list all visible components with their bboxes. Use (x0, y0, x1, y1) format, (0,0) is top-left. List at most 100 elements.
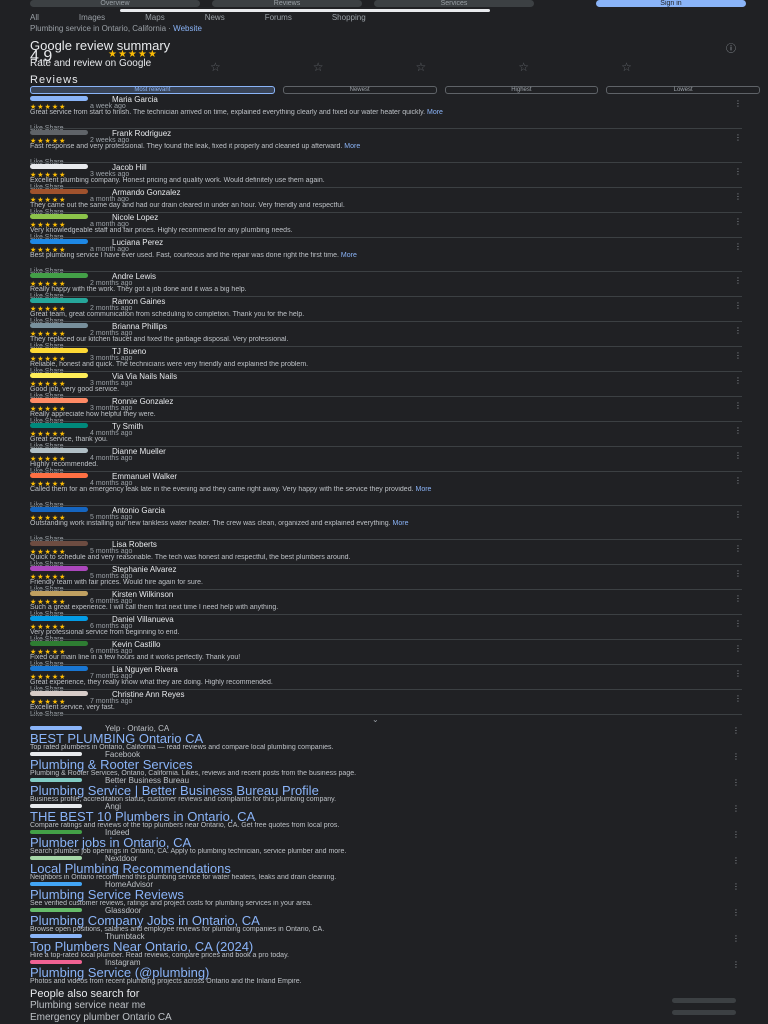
sign-in-button[interactable]: Sign in (596, 0, 746, 7)
info-icon[interactable]: ⓘ (726, 40, 736, 55)
more-vert-icon[interactable]: ⋮ (734, 669, 742, 678)
more-vert-icon[interactable]: ⋮ (734, 99, 742, 108)
reviewer-avatar[interactable] (30, 507, 88, 512)
more-vert-icon[interactable]: ⋮ (734, 426, 742, 435)
more-vert-icon[interactable]: ⋮ (734, 619, 742, 628)
more-vert-icon[interactable]: ⋮ (732, 752, 740, 761)
review-card: Emmanuel Walker ★★★★★ 4 months ago Called t… (30, 472, 742, 509)
reviewer-avatar[interactable] (30, 398, 88, 403)
related-expand-2[interactable] (672, 1010, 736, 1015)
more-vert-icon[interactable]: ⋮ (734, 401, 742, 410)
more-vert-icon[interactable]: ⋮ (732, 856, 740, 865)
website-link[interactable]: Website (173, 24, 202, 33)
review-text: Really appreciate how helpful they were. (30, 411, 730, 419)
more-vert-icon[interactable]: ⋮ (734, 242, 742, 251)
review-more-link[interactable]: More (344, 143, 360, 150)
more-vert-icon[interactable]: ⋮ (732, 804, 740, 813)
reviewer-avatar[interactable] (30, 214, 88, 219)
rate-stars: ☆ ☆ ☆ ☆ ☆ (210, 60, 632, 74)
review-card: Daniel Villanueva ★★★★★ 6 months ago Very p… (30, 615, 742, 643)
reviewer-avatar[interactable] (30, 566, 88, 571)
reviewer-avatar[interactable] (30, 641, 88, 646)
more-vert-icon[interactable]: ⋮ (734, 276, 742, 285)
rate-star-4[interactable]: ☆ (518, 60, 529, 74)
more-vert-icon[interactable]: ⋮ (734, 510, 742, 519)
review-text: Great experience, they really know what … (30, 679, 730, 687)
filter-news[interactable]: News (205, 13, 225, 22)
more-vert-icon[interactable]: ⋮ (734, 569, 742, 578)
reviewer-avatar[interactable] (30, 666, 88, 671)
review-body: They came out the same day and had our d… (30, 202, 345, 209)
more-vert-icon[interactable]: ⋮ (732, 908, 740, 917)
more-vert-icon[interactable]: ⋮ (734, 451, 742, 460)
rate-review-title: Rate and review on Google (30, 58, 152, 69)
sort-lowest[interactable]: Lowest (606, 86, 760, 94)
sort-most-relevant[interactable]: Most relevant (30, 86, 275, 94)
filter-forums[interactable]: Forums (265, 13, 292, 22)
rate-star-2[interactable]: ☆ (313, 60, 324, 74)
filter-maps[interactable]: Maps (145, 13, 165, 22)
reviews-heading: Reviews (30, 74, 79, 86)
filter-shopping[interactable]: Shopping (332, 13, 366, 22)
review-card: Maria Garcia ★★★★★ a week ago Great service… (30, 95, 742, 132)
reviewer-avatar[interactable] (30, 189, 88, 194)
reviewer-avatar[interactable] (30, 323, 88, 328)
more-vert-icon[interactable]: ⋮ (734, 644, 742, 653)
rate-star-5[interactable]: ☆ (621, 60, 632, 74)
reviewer-avatar[interactable] (30, 96, 88, 101)
rate-star-3[interactable]: ☆ (416, 60, 427, 74)
tab-services[interactable]: Services (374, 0, 534, 7)
tab-overview[interactable]: Overview (30, 0, 200, 7)
related-expand-1[interactable] (672, 998, 736, 1003)
reviewer-avatar[interactable] (30, 691, 88, 696)
more-vert-icon[interactable]: ⋮ (734, 192, 742, 201)
filter-images[interactable]: Images (79, 13, 105, 22)
reviewer-avatar[interactable] (30, 348, 88, 353)
more-vert-icon[interactable]: ⋮ (732, 882, 740, 891)
related-search-2[interactable]: Emergency plumber Ontario CA (30, 1012, 172, 1023)
reviewer-avatar[interactable] (30, 239, 88, 244)
review-more-link[interactable]: More (393, 520, 409, 527)
filter-all[interactable]: All (30, 13, 39, 22)
reviewer-avatar[interactable] (30, 541, 88, 546)
more-vert-icon[interactable]: ⋮ (732, 778, 740, 787)
more-vert-icon[interactable]: ⋮ (732, 726, 740, 735)
more-vert-icon[interactable]: ⋮ (734, 217, 742, 226)
chevron-down-icon[interactable]: ⌄ (372, 715, 379, 724)
more-vert-icon[interactable]: ⋮ (734, 326, 742, 335)
tab-reviews[interactable]: Reviews (212, 0, 362, 7)
review-more-link[interactable]: More (415, 486, 431, 493)
reviewer-avatar[interactable] (30, 164, 88, 169)
reviewer-avatar[interactable] (30, 591, 88, 596)
more-vert-icon[interactable]: ⋮ (734, 694, 742, 703)
reviewer-avatar[interactable] (30, 473, 88, 478)
sort-newest[interactable]: Newest (282, 86, 437, 94)
more-vert-icon[interactable]: ⋮ (734, 594, 742, 603)
reviewer-avatar[interactable] (30, 373, 88, 378)
reviewer-avatar[interactable] (30, 298, 88, 303)
review-text: Great team, great communication from sch… (30, 311, 730, 319)
review-more-link[interactable]: More (341, 252, 357, 259)
more-vert-icon[interactable]: ⋮ (734, 167, 742, 176)
more-vert-icon[interactable]: ⋮ (734, 351, 742, 360)
more-vert-icon[interactable]: ⋮ (734, 133, 742, 142)
more-vert-icon[interactable]: ⋮ (732, 960, 740, 969)
reviewer-avatar[interactable] (30, 448, 88, 453)
review-body: Very professional service from beginning… (30, 629, 180, 636)
reviewer-avatar[interactable] (30, 130, 88, 135)
sort-highest[interactable]: Highest (444, 86, 599, 94)
rate-star-1[interactable]: ☆ (210, 60, 221, 74)
review-body: Outstanding work installing our new tank… (30, 520, 391, 527)
related-search-1[interactable]: Plumbing service near me (30, 1000, 146, 1011)
more-vert-icon[interactable]: ⋮ (734, 376, 742, 385)
more-vert-icon[interactable]: ⋮ (734, 544, 742, 553)
reviewer-avatar[interactable] (30, 423, 88, 428)
more-vert-icon[interactable]: ⋮ (734, 476, 742, 485)
reviewer-avatar[interactable] (30, 273, 88, 278)
more-vert-icon[interactable]: ⋮ (732, 830, 740, 839)
review-card: Andre Lewis ★★★★★ 2 months ago Really happy… (30, 272, 742, 300)
more-vert-icon[interactable]: ⋮ (732, 934, 740, 943)
more-vert-icon[interactable]: ⋮ (734, 301, 742, 310)
review-more-link[interactable]: More (427, 109, 443, 116)
reviewer-avatar[interactable] (30, 616, 88, 621)
